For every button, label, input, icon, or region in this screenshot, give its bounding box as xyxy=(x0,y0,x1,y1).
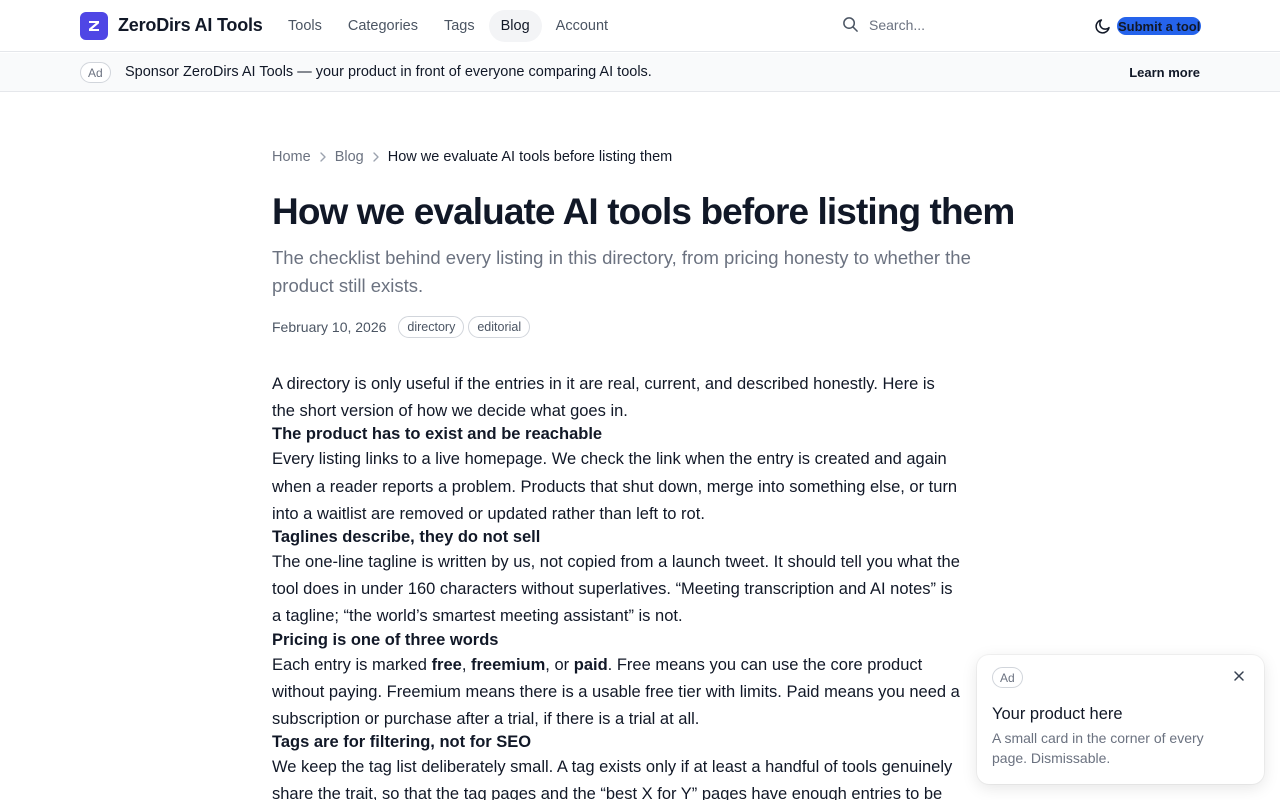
search-icon xyxy=(843,17,858,32)
ad-card-title: Your product here xyxy=(992,705,1123,723)
sponsor-text: Sponsor ZeroDirs AI Tools — your product… xyxy=(125,64,652,80)
nav-tools[interactable]: Tools xyxy=(276,10,334,42)
moon-icon[interactable] xyxy=(1094,17,1112,35)
nav-tags[interactable]: Tags xyxy=(432,10,487,42)
article-body: A directory is only useful if the entrie… xyxy=(272,371,962,800)
section-paragraph: We keep the tag list deliberately small.… xyxy=(272,758,953,800)
tag-editorial[interactable]: editorial xyxy=(468,316,531,338)
logo-z-icon xyxy=(89,21,99,31)
publish-date: February 10, 2026 xyxy=(272,319,387,335)
section-heading: Taglines describe, they do not sell xyxy=(272,528,541,547)
chevron-right-icon xyxy=(372,152,380,162)
ad-badge: Ad xyxy=(992,667,1023,688)
pricing-freemium: freemium xyxy=(471,655,546,674)
search-box xyxy=(842,16,1069,33)
breadcrumb: Home Blog How we evaluate AI tools befor… xyxy=(272,149,672,165)
intro-paragraph: A directory is only useful if the entrie… xyxy=(272,375,935,421)
breadcrumb-blog[interactable]: Blog xyxy=(335,149,364,165)
sponsor-banner: Ad Sponsor ZeroDirs AI Tools — your prod… xyxy=(0,53,1280,92)
ad-card-description: A small card in the corner of every page… xyxy=(992,730,1204,766)
ad-badge: Ad xyxy=(80,62,111,83)
search-input[interactable] xyxy=(869,16,1069,33)
section-heading: Tags are for filtering, not for SEO xyxy=(272,733,532,752)
chevron-right-icon xyxy=(319,152,327,162)
section-heading: Pricing is one of three words xyxy=(272,630,499,649)
section-paragraph: Every listing links to a live homepage. … xyxy=(272,450,958,523)
section-paragraph: Each entry is marked free, freemium, or … xyxy=(272,655,960,729)
pricing-paid: paid xyxy=(573,655,608,674)
main-nav: Tools Categories Tags Blog Account xyxy=(276,10,620,42)
breadcrumb-home[interactable]: Home xyxy=(272,149,311,165)
nav-blog[interactable]: Blog xyxy=(488,10,542,42)
logo-icon[interactable] xyxy=(80,12,108,40)
section-paragraph: The one-line tagline is written by us, n… xyxy=(272,553,960,626)
page-title: How we evaluate AI tools before listing … xyxy=(272,191,1015,232)
tag-directory[interactable]: directory xyxy=(398,316,465,338)
submit-tool-button[interactable]: Submit a tool xyxy=(1117,17,1202,35)
page-subtitle: The checklist behind every listing in th… xyxy=(272,247,971,296)
learn-more-link[interactable]: Learn more xyxy=(1129,65,1200,80)
nav-categories[interactable]: Categories xyxy=(336,10,430,42)
close-icon[interactable] xyxy=(1232,669,1246,683)
pricing-free: free xyxy=(431,655,462,674)
site-header: ZeroDirs AI Tools Tools Categories Tags … xyxy=(0,0,1280,52)
corner-ad-card[interactable]: Ad Your product here A small card in the… xyxy=(977,655,1264,784)
section-heading: The product has to exist and be reachabl… xyxy=(272,425,603,444)
nav-account[interactable]: Account xyxy=(544,10,620,42)
brand-name[interactable]: ZeroDirs AI Tools xyxy=(118,15,263,36)
breadcrumb-current: How we evaluate AI tools before listing … xyxy=(387,149,673,165)
article-meta: February 10, 2026 directory editorial xyxy=(272,316,531,338)
